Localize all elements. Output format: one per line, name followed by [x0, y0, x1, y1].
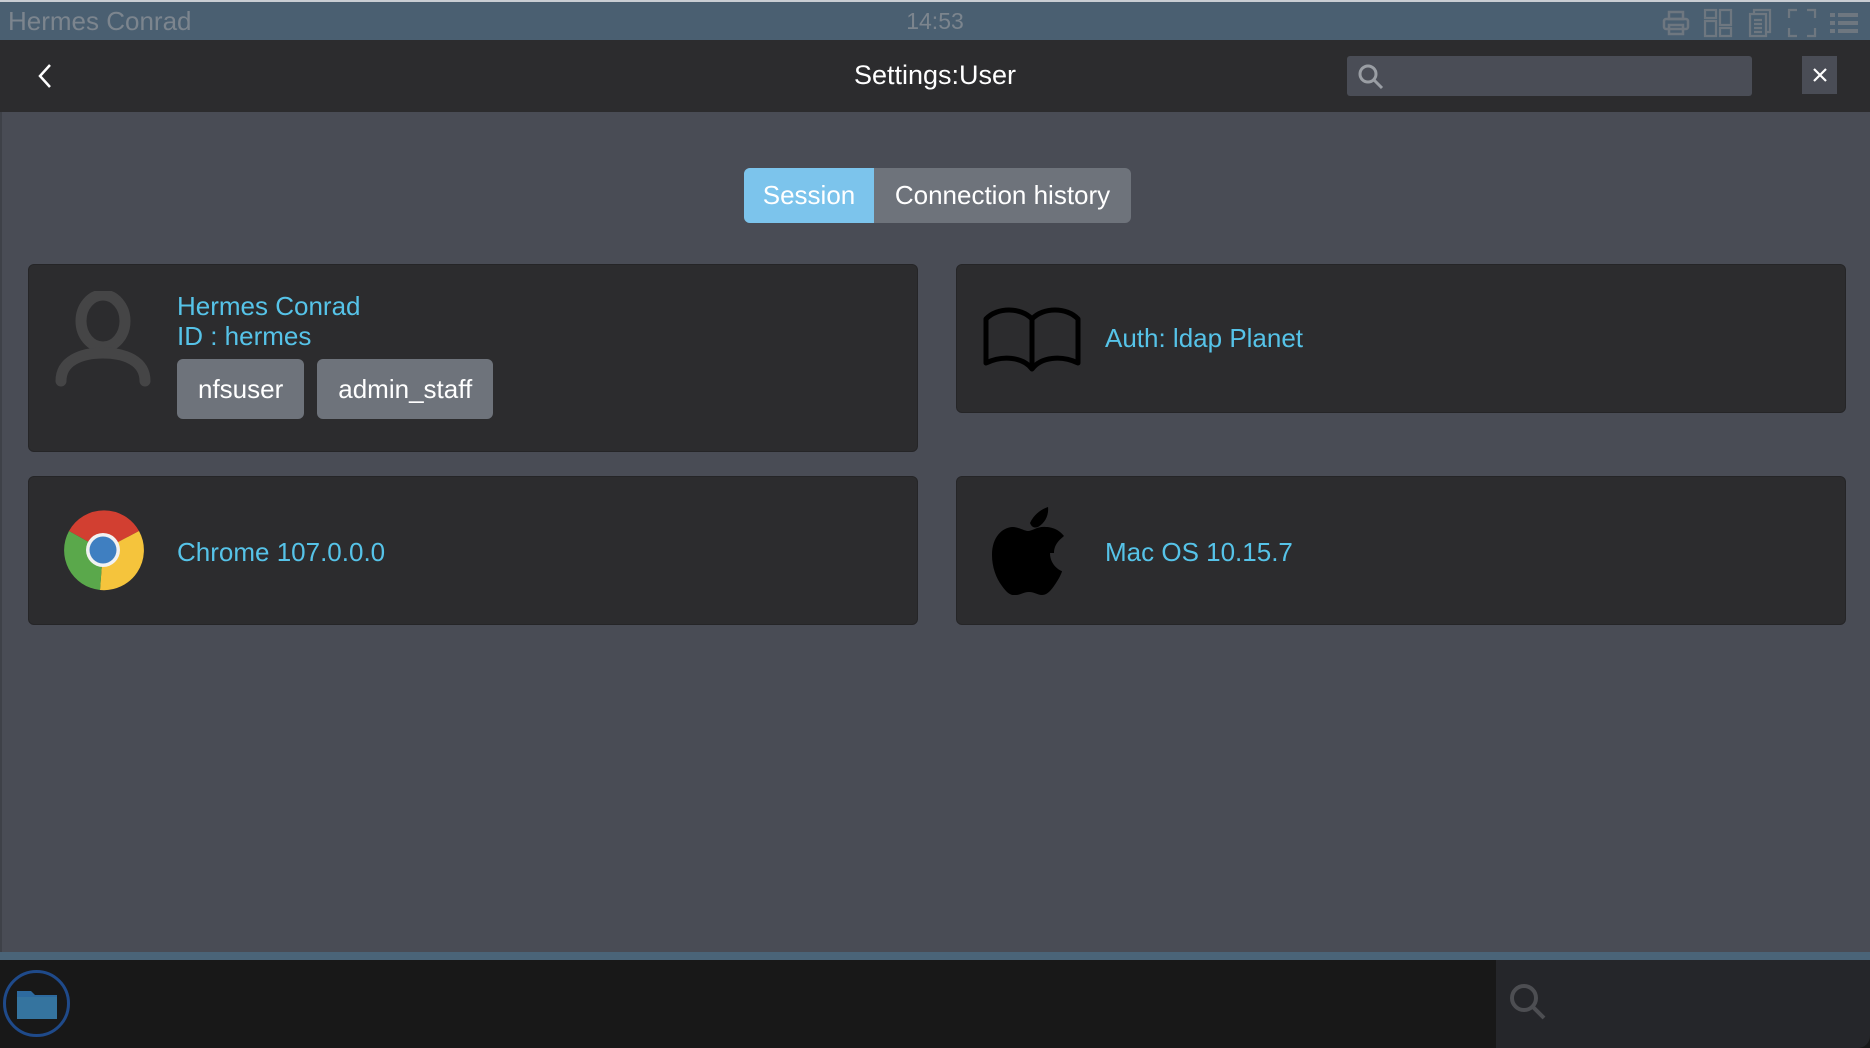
auth-card: Auth: ldap Planet	[956, 264, 1846, 413]
folder-icon	[16, 990, 57, 1019]
list-icon[interactable]	[1828, 8, 1860, 38]
tab-connection-history[interactable]: Connection history	[874, 168, 1131, 223]
close-icon	[1812, 68, 1827, 82]
search-icon	[1357, 63, 1385, 96]
chevron-left-icon	[38, 64, 51, 88]
window-title-bar: Hermes Conrad 14:53	[0, 0, 1870, 40]
user-icon	[53, 289, 153, 396]
os-card: Mac OS 10.15.7	[956, 476, 1846, 625]
user-card: Hermes Conrad ID : hermes nfsuser admin_…	[28, 264, 918, 452]
taskbar	[0, 960, 1870, 1048]
chrome-icon	[62, 509, 144, 596]
taskbar-search[interactable]	[1496, 960, 1870, 1048]
fullscreen-icon[interactable]	[1786, 8, 1818, 38]
user-full-name: Hermes Conrad	[177, 291, 361, 321]
folder-button[interactable]	[3, 970, 70, 1037]
tab-session[interactable]: Session	[744, 168, 874, 223]
main-content: Session Connection history Hermes Conrad…	[0, 112, 1870, 952]
tab-bar: Session Connection history	[744, 168, 1131, 223]
layout-icon[interactable]	[1702, 8, 1734, 38]
auth-text: Auth: ldap Planet	[1105, 323, 1304, 353]
os-text: Mac OS 10.15.7	[1105, 537, 1293, 567]
printer-icon[interactable]	[1660, 8, 1692, 38]
search-input[interactable]	[1395, 56, 1745, 96]
back-button[interactable]	[26, 56, 66, 96]
close-button[interactable]	[1802, 56, 1837, 94]
group-tag[interactable]: admin_staff	[317, 359, 494, 419]
window-toolbar	[1660, 8, 1860, 38]
window-user-name: Hermes Conrad	[8, 6, 192, 36]
user-id: ID : hermes	[177, 321, 312, 351]
book-icon	[983, 305, 1081, 380]
browser-text: Chrome 107.0.0.0	[177, 537, 386, 567]
group-tag[interactable]: nfsuser	[177, 359, 305, 419]
group-tags: nfsuser admin_staff	[177, 359, 494, 419]
browser-card: Chrome 107.0.0.0	[28, 476, 918, 625]
apple-icon	[990, 503, 1068, 600]
taskbar-divider	[0, 952, 1870, 960]
documents-icon[interactable]	[1744, 8, 1776, 38]
settings-header: Settings:User	[0, 40, 1870, 112]
header-search[interactable]	[1347, 56, 1752, 96]
search-icon	[1508, 982, 1548, 1027]
clock: 14:53	[906, 8, 964, 34]
